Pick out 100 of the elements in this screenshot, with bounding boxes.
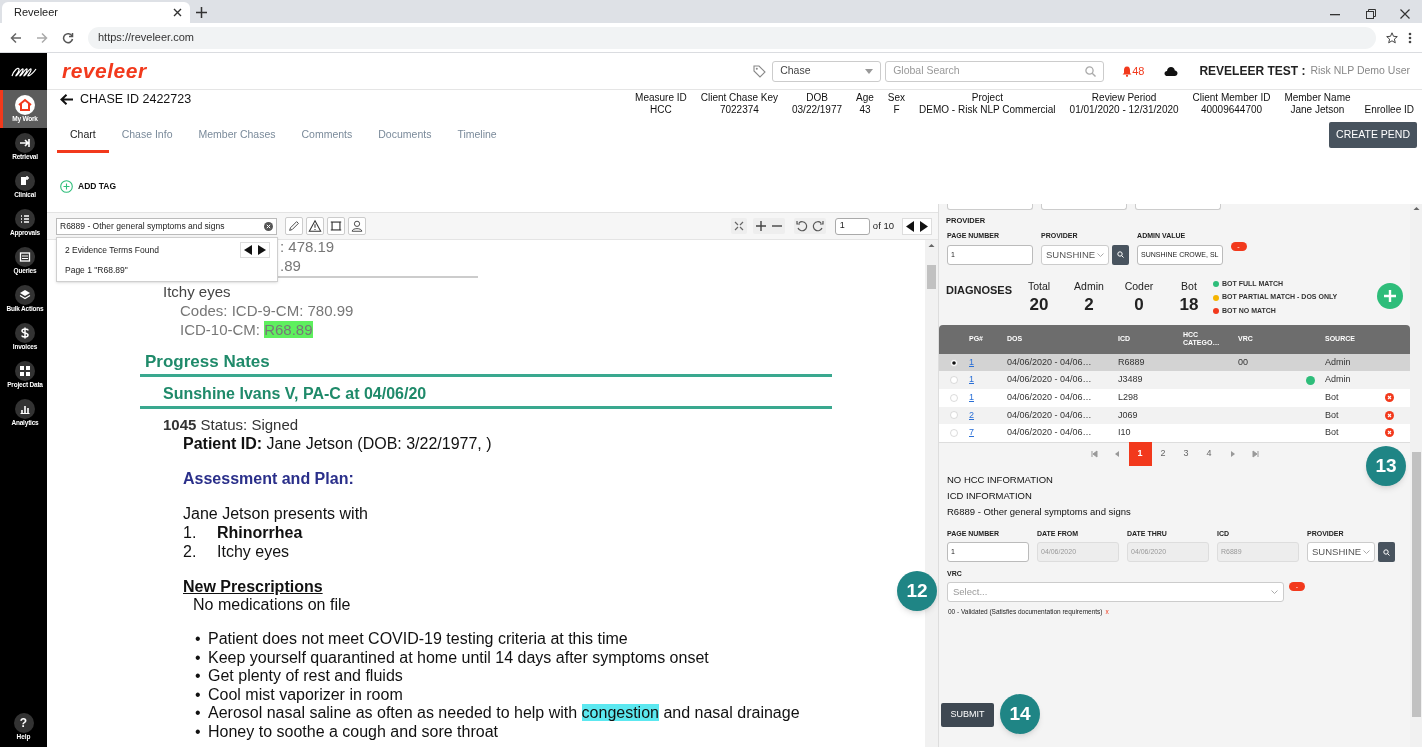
table-cell-text: 00 [1238, 355, 1249, 369]
page-button[interactable]: 4 [1197, 442, 1221, 467]
tab[interactable]: Member Chases [185, 122, 289, 153]
plus-circle-icon [60, 180, 73, 193]
provider-select[interactable]: SUNSHINE [1041, 244, 1110, 265]
stat-value: 2 [1084, 294, 1094, 314]
address-bar[interactable]: https://reveleer.com [88, 26, 1376, 49]
table-cell-text: Admin [1325, 355, 1352, 369]
tab[interactable]: Timeline [444, 122, 510, 153]
search-icon [1117, 251, 1125, 259]
stat-label: Bot [1181, 278, 1197, 294]
remove-icon[interactable] [1385, 410, 1394, 420]
bell-icon [1122, 65, 1133, 77]
create-pend-button[interactable]: CREATE PEND [1329, 122, 1417, 148]
scroll-thumb[interactable] [927, 265, 936, 289]
bar-chart-icon [15, 399, 35, 420]
scroll-thumb[interactable] [1411, 452, 1421, 717]
evidence-location: Page 1 "R68.89" [65, 264, 129, 277]
document-text: Jane Jetson presents with [183, 504, 368, 523]
pen-icon[interactable] [287, 219, 301, 233]
organization-name: REVELEER TEST : [1199, 63, 1306, 80]
close-icon[interactable] [173, 8, 182, 17]
list-icon [15, 209, 35, 230]
page-link[interactable]: 1 [969, 392, 974, 402]
search-type-select[interactable]: Chase [772, 60, 882, 82]
notifications-button[interactable]: 48 [1122, 62, 1145, 80]
page-link[interactable]: 2 [969, 409, 974, 420]
next-page-icon[interactable] [917, 218, 931, 234]
scroll-up-icon[interactable] [1412, 204, 1420, 212]
field-value: 03/22/1977 [792, 104, 843, 116]
table-cell-text: L298 [1118, 391, 1140, 404]
table-cell-text: J3489 [1118, 373, 1144, 387]
logo: reveleer [62, 58, 147, 85]
table-row[interactable]: 7 04/06/2020 - 04/06… I10 Bot [939, 424, 1410, 442]
home-icon [15, 95, 35, 116]
tab[interactable]: Chase Info [108, 122, 186, 153]
previous-page-icon[interactable] [903, 218, 917, 234]
browser-tab[interactable]: Reveleer [2, 2, 190, 23]
crop-icon[interactable] [329, 219, 343, 233]
tab[interactable]: Comments [288, 122, 366, 153]
page-link[interactable]: 1 [969, 374, 974, 385]
fit-screen-icon[interactable] [730, 218, 747, 234]
chase-title: CHASE ID 2422723 [80, 93, 192, 106]
search-icon [1383, 548, 1391, 556]
close-icon[interactable] [1400, 9, 1410, 19]
list-item: 1. Rhinorrhea [183, 523, 303, 542]
tab[interactable]: Documents [365, 122, 445, 153]
info-text: ICD INFORMATION [947, 489, 1033, 501]
tag-icon[interactable] [753, 64, 767, 78]
field-label: Project [971, 92, 1003, 104]
back-arrow-icon[interactable] [60, 94, 73, 105]
page-total: of 10 [872, 218, 894, 233]
person-icon[interactable] [350, 219, 364, 233]
page-button[interactable]: 1 [1128, 442, 1152, 467]
stat-label: Admin [1074, 278, 1104, 294]
input-field[interactable] [947, 204, 1033, 210]
field-value: 7022374 [719, 104, 759, 116]
add-tag-button[interactable]: ADD TAG [60, 180, 117, 193]
field-value: HCC [650, 104, 672, 116]
scrollbar[interactable] [925, 240, 938, 747]
stat-label: Coder [1124, 278, 1154, 294]
table-cell-text: Admin [1325, 373, 1352, 387]
star-icon[interactable] [1386, 31, 1398, 44]
field-label: Sex [887, 92, 906, 104]
document-text: Codes: ICD-9-CM: 780.99 [180, 301, 354, 320]
clear-icon[interactable] [264, 221, 273, 231]
provider-select[interactable]: SUNSHINE [1307, 542, 1376, 563]
restore-icon[interactable] [1366, 9, 1376, 19]
remove-icon[interactable] [1385, 428, 1394, 438]
warning-icon[interactable] [308, 219, 322, 233]
submit-button[interactable]: SUBMIT [941, 703, 994, 727]
search-button[interactable] [1112, 244, 1130, 265]
table-cell-text: Bot [1325, 408, 1340, 422]
page-button[interactable]: 2 [1151, 442, 1175, 467]
page-link[interactable]: 7 [969, 427, 974, 438]
search-button[interactable] [1378, 542, 1396, 563]
remove-icon[interactable] [1385, 393, 1394, 403]
menu-icon[interactable] [1408, 31, 1412, 44]
field-value: DEMO - Risk NLP Commercial [919, 104, 1056, 116]
minimize-icon[interactable] [1330, 14, 1340, 16]
page-number-field[interactable]: 1 [834, 217, 870, 235]
cloud-icon[interactable] [1164, 66, 1179, 76]
input-field[interactable] [1135, 204, 1221, 210]
table-cell-text: R6889 [1118, 355, 1146, 369]
evidence-count: 2 Evidence Terms Found [65, 243, 160, 257]
tab[interactable]: Chart [57, 122, 109, 153]
evidence-search-field[interactable]: R6889 - Other general symptoms and signs [56, 217, 277, 235]
rotate-left-icon[interactable] [793, 218, 810, 234]
user-name: Risk NLP Demo User [1310, 63, 1410, 79]
reload-icon[interactable] [62, 31, 74, 44]
input-field[interactable] [1041, 204, 1127, 210]
field-label: Enrollee ID [1364, 104, 1414, 116]
page-button[interactable]: 3 [1174, 442, 1198, 467]
stat-value: 18 [1179, 294, 1199, 314]
table-cell-text: Bot [1325, 426, 1340, 440]
field-label: Measure ID [635, 92, 687, 104]
back-icon[interactable] [10, 31, 22, 44]
document-text: No medications on file [193, 596, 351, 614]
document-text: New Prescriptions [183, 577, 323, 596]
new-tab-icon[interactable] [196, 7, 207, 18]
